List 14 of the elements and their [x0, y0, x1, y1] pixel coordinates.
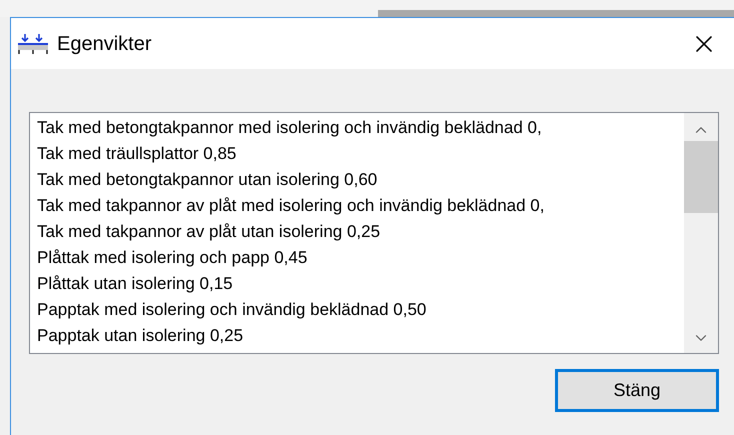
list-item[interactable]: Tak med träullsplattor 0,85	[37, 141, 236, 167]
list-item[interactable]: Plåttak utan isolering 0,15	[37, 271, 233, 297]
list-item[interactable]: Plåttak med isolering och papp 0,45	[37, 245, 308, 271]
list-item[interactable]: Papptak med isolering och invändig beklädnad 0,50	[37, 297, 426, 323]
list-item[interactable]: Tak med takpannor av plåt med isolering och invändig beklädnad 0,	[37, 193, 544, 219]
scrollbar[interactable]	[684, 113, 718, 353]
scrollbar-thumb[interactable]	[684, 141, 718, 213]
list-item[interactable]: Tak med takpannor av plåt utan isolering 0,25	[37, 219, 380, 245]
list-item[interactable]: Papptak utan isolering 0,25	[37, 323, 244, 349]
close-dialog-button[interactable]: Stäng	[555, 369, 719, 412]
list-item[interactable]: Tak med betongtakpannor med isolering och invändig beklädnad 0,	[37, 115, 542, 141]
list-item[interactable]: Tak med betongtakpannor utan isolering 0,60	[37, 167, 378, 193]
beam-loads-icon	[17, 32, 49, 54]
window-title: Egenvikter	[57, 32, 152, 56]
